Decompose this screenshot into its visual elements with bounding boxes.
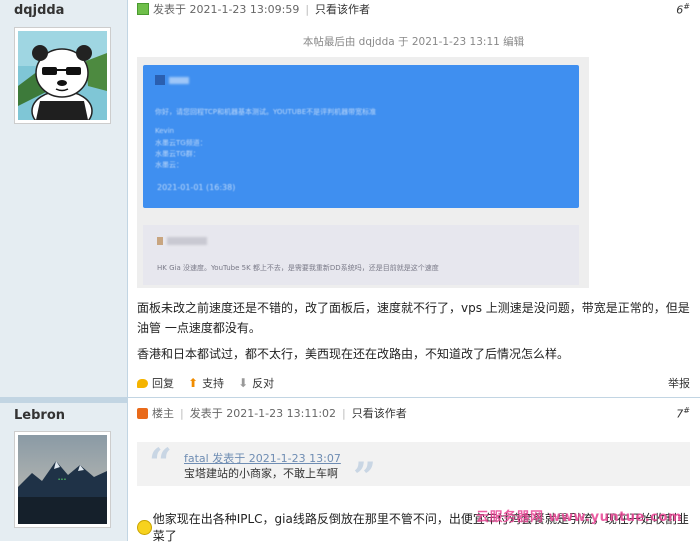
post2-time: 发表于 2021-1-23 13:11:02 — [189, 407, 337, 420]
quote-text: 宝塔建站的小商家，不敢上车啊 — [184, 467, 338, 480]
post1-floor-number[interactable]: 6# — [676, 2, 690, 17]
image-line3: 水墨云： — [155, 161, 183, 169]
post2-floor-suffix: # — [683, 405, 690, 415]
blurred-icon — [157, 237, 163, 245]
post2-only-author-link[interactable]: 只看该作者 — [352, 405, 407, 421]
reply-label: 回复 — [152, 377, 174, 390]
oppose-button[interactable]: ⬇ 反对 — [238, 375, 274, 391]
panda-avatar-image — [18, 31, 107, 120]
image-grey-card: HK Gia 没速度。YouTube 5K 都上不去，是需要我重新DD系统吗，还… — [143, 225, 579, 285]
post1-attached-image[interactable]: 你好，请您回程TCP和机器基本测试。YOUTUBE不是评判机器带宽标准 Kevi… — [137, 57, 589, 288]
separator: | — [342, 406, 346, 420]
post1-edit-note: 本帖最后由 dqjdda 于 2021-1-23 13:11 编辑 — [302, 36, 525, 48]
post1-floor-suffix: # — [683, 1, 690, 11]
post1-paragraph1: 面板未改之前速度还是不错的，改了面板后，速度就不行了，vps 上测速是没问题，带… — [137, 301, 690, 335]
separator: | — [305, 2, 310, 16]
post1-paragraph2: 香港和日本都试过，都不太行，美西现在还在改路由，不知道改了后情况怎么样。 — [137, 347, 570, 361]
post2-quote-box: “ fatal 发表于 2021-1-23 13:07 宝塔建站的小商家，不敢上… — [137, 440, 690, 498]
blurred-name — [169, 77, 189, 84]
image-grey-line: HK Gia 没速度。YouTube 5K 都上不去，是需要我重新DD系统吗，还… — [157, 264, 439, 272]
post2-header: 楼主 | 发表于 2021-1-23 13:11:02 | 只看该作者 7# — [137, 404, 690, 422]
post1-time: 发表于 2021-1-23 13:09:59 — [153, 3, 300, 16]
post2-role: 楼主 — [152, 407, 174, 420]
thumb-down-arrow-icon: ⬇ — [238, 376, 249, 390]
mountain-avatar-image: ••• — [18, 435, 107, 524]
quote-author-link[interactable]: fatal 发表于 2021-1-23 13:07 — [184, 450, 341, 466]
support-button[interactable]: ⬆ 支持 — [188, 375, 224, 391]
image-blue-card: 你好，请您回程TCP和机器基本测试。YOUTUBE不是评判机器带宽标准 Kevi… — [143, 65, 579, 208]
online-status-icon — [137, 3, 149, 15]
post2-avatar[interactable]: ••• — [14, 431, 111, 528]
post2-author-name[interactable]: Lebron — [14, 408, 65, 423]
thumb-up-arrow-icon: ⬆ — [188, 376, 199, 390]
post2-floor-number[interactable]: 7# — [676, 406, 690, 421]
open-quote-icon: “ — [149, 440, 173, 487]
post1-header: 发表于 2021-1-23 13:09:59 | 只看该作者 6# — [137, 0, 690, 18]
post1-avatar[interactable] — [14, 27, 111, 124]
blurred-username — [167, 237, 207, 245]
reply-icon — [137, 378, 148, 388]
avatar-overlay-text: ••• — [58, 477, 67, 483]
post-separator — [0, 397, 700, 398]
post1-actions: 回复 ⬆ 支持 ⬇ 反对 举报 — [137, 374, 690, 392]
grin-emoji-icon — [137, 519, 152, 535]
image-name: Kevin — [155, 127, 175, 135]
site-watermark: 云服务器网 www.yuntue.com — [475, 510, 682, 525]
report-link[interactable]: 举报 — [668, 375, 690, 391]
image-line1: 水墨云TG频道： — [155, 139, 207, 147]
image-line2: 水墨云TG群： — [155, 150, 200, 158]
oppose-label: 反对 — [252, 377, 275, 390]
support-label: 支持 — [202, 377, 225, 390]
thread-starter-icon — [137, 407, 148, 419]
image-date: 2021-01-01 (16:38) — [157, 183, 236, 192]
post1-only-author-link[interactable]: 只看该作者 — [315, 1, 370, 17]
close-quote-icon: ” — [353, 454, 377, 501]
post1-author-name[interactable]: dqjdda — [14, 3, 64, 18]
image-greeting: 你好，请您回程TCP和机器基本测试。YOUTUBE不是评判机器带宽标准 — [155, 108, 377, 116]
reply-button[interactable]: 回复 — [137, 375, 174, 391]
blurred-avatar-icon — [155, 75, 165, 85]
separator: | — [180, 406, 184, 420]
